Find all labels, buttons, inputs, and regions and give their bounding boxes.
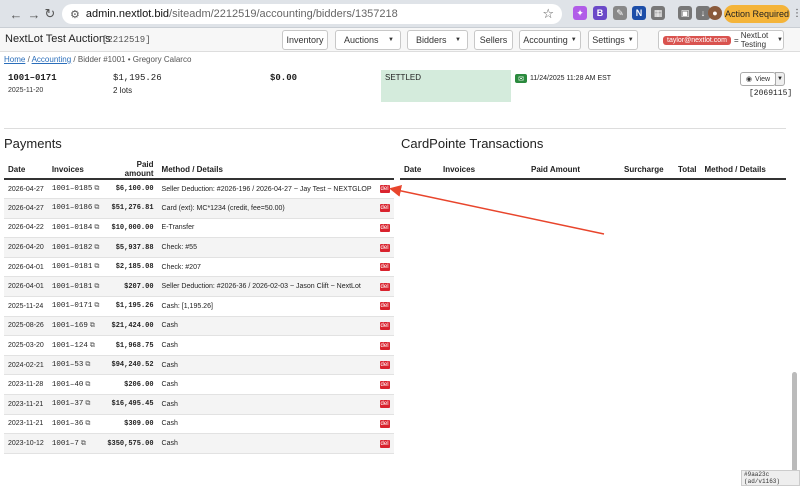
page-scrollbar[interactable] xyxy=(792,372,797,472)
annotation-arrow xyxy=(389,184,605,235)
version-tag: #9aa23c (ad/v1163) xyxy=(741,470,800,486)
